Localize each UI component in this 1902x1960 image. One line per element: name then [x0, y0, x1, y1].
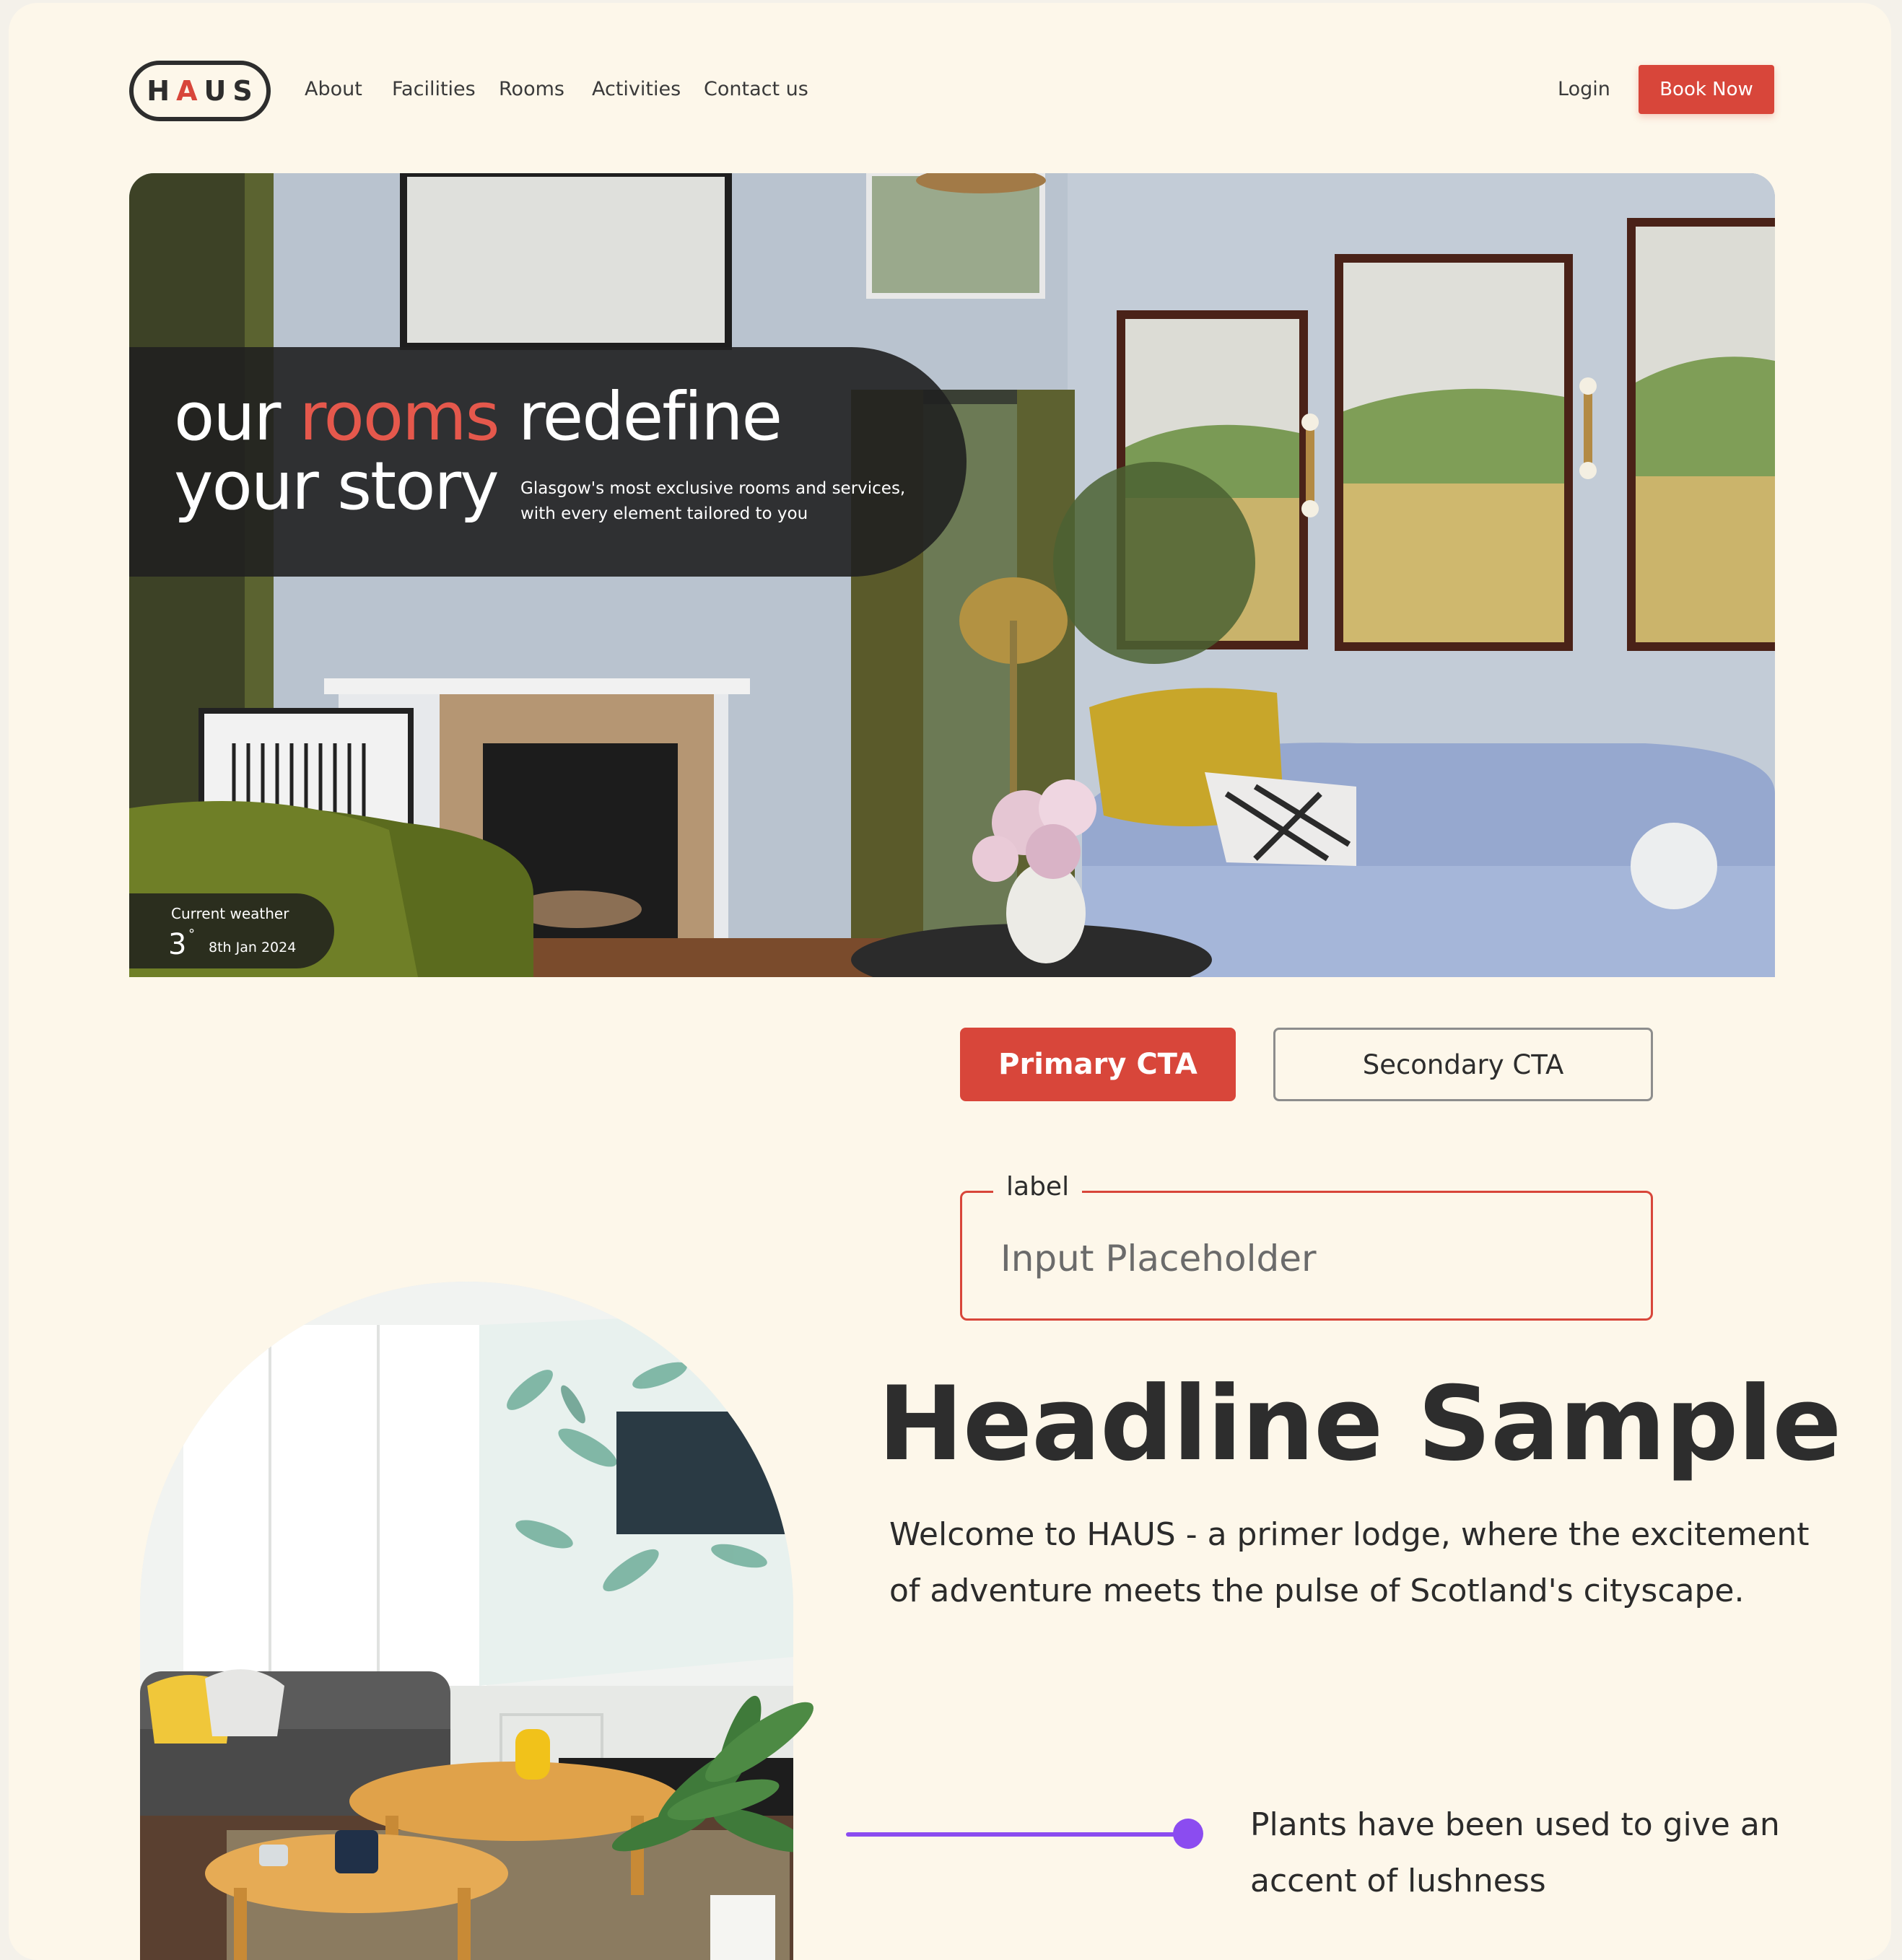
logo-letter-h: H	[147, 75, 177, 107]
input-field-label: label	[993, 1172, 1083, 1202]
nav-about[interactable]: About	[305, 78, 362, 100]
hero-title-line2: your story	[174, 447, 500, 525]
hero-title-part2: redefine	[498, 378, 782, 455]
text-input[interactable]	[999, 1231, 1623, 1286]
weather-temperature: 3	[168, 928, 187, 961]
primary-cta-button[interactable]: Primary CTA	[960, 1028, 1236, 1101]
hero-banner: our rooms redefine your story Glasgow's …	[129, 173, 1775, 977]
nav-activities[interactable]: Activities	[592, 78, 681, 100]
login-link[interactable]: Login	[1558, 78, 1610, 100]
plant-overflow-leaves	[667, 1702, 813, 1821]
weather-degree-symbol: °	[188, 927, 195, 942]
weather-date: 8th Jan 2024	[209, 940, 297, 955]
headline: Headline Sample	[878, 1365, 1841, 1484]
hero-title-part1: our	[174, 378, 300, 455]
hero-subtitle-line2: with every element tailored to you	[520, 504, 808, 523]
annotation-dot-icon	[1173, 1819, 1203, 1849]
haus-logo[interactable]: H A US	[129, 61, 271, 121]
weather-widget: Current weather 3 ° 8th Jan 2024	[129, 893, 334, 968]
annotation-connector-line	[846, 1832, 1185, 1837]
nav-contact[interactable]: Contact us	[704, 78, 808, 100]
page-card: H A US About Facilities Rooms Activities C…	[9, 3, 1891, 1960]
book-now-button[interactable]: Book Now	[1639, 65, 1774, 114]
secondary-cta-button[interactable]: Secondary CTA	[1273, 1028, 1653, 1101]
body-copy: Welcome to HAUS - a primer lodge, where …	[889, 1516, 1810, 1609]
nav-facilities[interactable]: Facilities	[392, 78, 476, 100]
annotation-text: Plants have been used to give an accent …	[1250, 1806, 1780, 1899]
hero-subtitle-line1: Glasgow's most exclusive rooms and servi…	[520, 479, 906, 498]
logo-letters-us: US	[204, 75, 259, 107]
logo-letter-a: A	[176, 75, 204, 107]
hero-title-highlight: rooms	[299, 378, 500, 455]
weather-label: Current weather	[171, 905, 289, 922]
nav-rooms[interactable]: Rooms	[499, 78, 564, 100]
hero-subtitle: Glasgow's most exclusive rooms and servi…	[520, 476, 954, 527]
